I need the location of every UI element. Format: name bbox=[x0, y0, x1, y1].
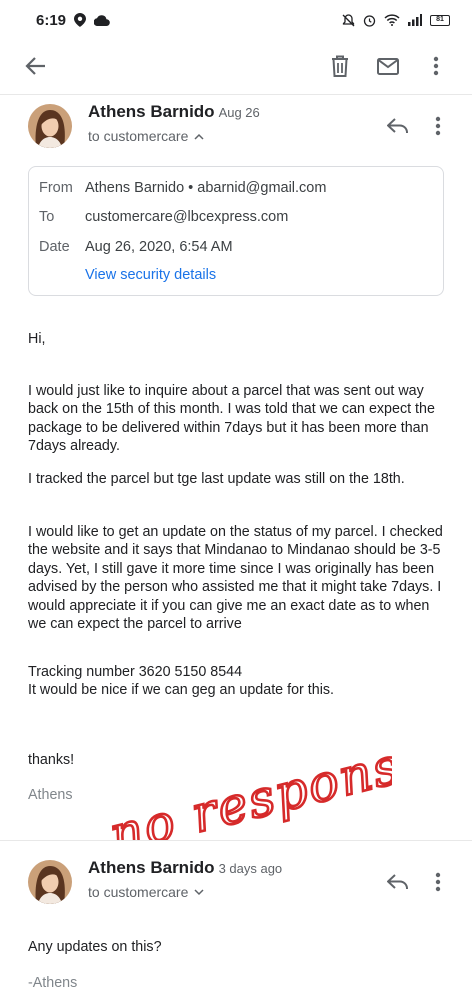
avatar bbox=[28, 104, 72, 148]
status-time: 6:19 bbox=[36, 11, 67, 29]
avatar bbox=[28, 860, 72, 904]
annotation-text: no response bbox=[104, 729, 392, 840]
message-divider bbox=[0, 840, 472, 841]
more-options-button[interactable] bbox=[416, 46, 456, 86]
recipient-label: to customercare bbox=[88, 128, 189, 144]
recipient-toggle[interactable]: to customercare bbox=[88, 884, 204, 900]
message-header[interactable]: Athens Barnido 3 days ago to customercare bbox=[0, 856, 472, 920]
sender-name: Athens Barnido bbox=[88, 102, 215, 121]
signature: -Athens bbox=[28, 975, 78, 991]
back-button[interactable] bbox=[16, 46, 56, 86]
status-bar: 6:19 81 bbox=[0, 0, 472, 40]
closing: thanks! bbox=[28, 752, 75, 768]
more-vert-icon bbox=[435, 872, 441, 892]
location-icon bbox=[74, 13, 87, 27]
tracking-number: Tracking number 3620 5150 8544 bbox=[28, 664, 243, 680]
greeting: Hi, bbox=[28, 331, 46, 347]
body-paragraph: I tracked the parcel but tge last update… bbox=[28, 471, 405, 487]
wifi-icon bbox=[384, 14, 400, 26]
mark-unread-button[interactable] bbox=[368, 46, 408, 86]
body-paragraph: Any updates on this? bbox=[28, 939, 162, 955]
body-paragraph: I would like to get an update on the sta… bbox=[28, 524, 443, 633]
recipient-label: to customercare bbox=[88, 884, 189, 900]
signal-icon bbox=[408, 14, 422, 26]
arrow-left-icon bbox=[25, 57, 45, 75]
battery-icon: 81 bbox=[430, 14, 450, 26]
message-header[interactable]: Athens Barnido Aug 26 to customercare bbox=[0, 100, 472, 164]
cloud-icon bbox=[94, 14, 110, 26]
detail-from: From Athens Barnido • abarnid@gmail.com bbox=[39, 180, 327, 196]
body-paragraph: I would just like to inquire about a par… bbox=[28, 383, 435, 455]
reply-icon bbox=[387, 874, 408, 889]
more-vert-icon bbox=[435, 116, 441, 136]
body-paragraph: It would be nice if we can geg an update… bbox=[28, 682, 334, 698]
message-more-button[interactable] bbox=[418, 862, 458, 902]
trash-icon bbox=[332, 55, 348, 77]
toolbar bbox=[0, 40, 472, 92]
detail-date: Date Aug 26, 2020, 6:54 AM bbox=[39, 239, 233, 255]
signature: Athens bbox=[28, 787, 73, 803]
reply-icon bbox=[387, 118, 408, 133]
handwritten-annotation: no response bbox=[92, 712, 439, 865]
message-details: From Athens Barnido • abarnid@gmail.com … bbox=[28, 166, 444, 296]
mail-icon bbox=[377, 57, 399, 75]
reply-button[interactable] bbox=[378, 106, 418, 146]
more-vert-icon bbox=[433, 56, 439, 76]
chevron-up-icon bbox=[194, 133, 204, 140]
recipient-toggle[interactable]: to customercare bbox=[88, 128, 204, 144]
view-security-details-link[interactable]: View security details bbox=[85, 267, 216, 283]
delete-button[interactable] bbox=[320, 46, 360, 86]
detail-to: To customercare@lbcexpress.com bbox=[39, 209, 289, 225]
mute-icon bbox=[342, 13, 355, 26]
alarm-icon bbox=[363, 14, 376, 27]
toolbar-divider bbox=[0, 94, 472, 95]
message-date: Aug 26 bbox=[218, 105, 260, 120]
chevron-down-icon bbox=[194, 888, 204, 895]
sender-name: Athens Barnido bbox=[88, 858, 215, 877]
reply-button[interactable] bbox=[378, 862, 418, 902]
message-more-button[interactable] bbox=[418, 106, 458, 146]
message-date: 3 days ago bbox=[218, 861, 283, 876]
